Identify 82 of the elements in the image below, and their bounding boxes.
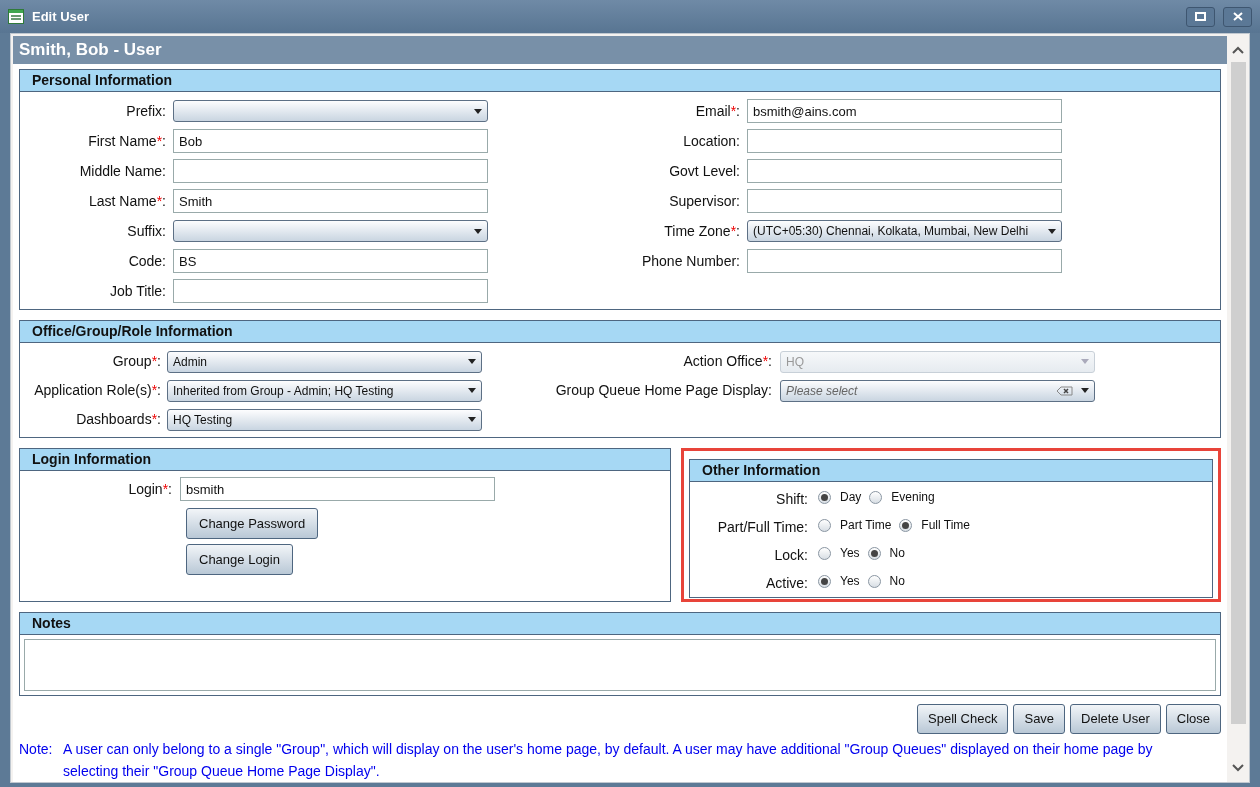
button[interactable]: Save bbox=[1013, 704, 1066, 734]
radio-option[interactable]: No bbox=[867, 572, 905, 590]
notes-field[interactable] bbox=[24, 639, 1216, 691]
field-label: Part/Full Time: bbox=[717, 519, 808, 535]
section-title: Personal Information bbox=[32, 71, 173, 90]
field-label: Last Name*: bbox=[88, 192, 166, 209]
field-label: Location: bbox=[683, 132, 740, 149]
radio-option[interactable]: Evening bbox=[869, 488, 935, 506]
field-label: Code: bbox=[128, 252, 166, 269]
dropdown[interactable]: Inherited from Group - Admin; HQ Testing bbox=[167, 379, 482, 402]
field-label: Lock: bbox=[774, 547, 808, 563]
field-label: Middle Name: bbox=[79, 162, 166, 179]
dropdown: HQ bbox=[780, 350, 1095, 373]
caret-icon bbox=[468, 359, 476, 364]
maximize-button[interactable] bbox=[1186, 6, 1215, 27]
radio-option[interactable]: Full Time bbox=[899, 516, 971, 534]
dropdown[interactable] bbox=[173, 100, 488, 122]
maximize-icon bbox=[1195, 12, 1206, 21]
field-label: Time Zone*: bbox=[664, 222, 740, 239]
field-label: Suffix: bbox=[127, 222, 166, 239]
text-field[interactable] bbox=[747, 249, 1062, 273]
button[interactable]: Close bbox=[1165, 704, 1221, 734]
text-field[interactable]: BS bbox=[173, 249, 488, 273]
field-label: Action Office*: bbox=[683, 353, 772, 369]
button[interactable]: Change Password bbox=[186, 508, 319, 539]
field-label: Dashboards*: bbox=[76, 411, 161, 427]
field-label: Email*: bbox=[695, 102, 740, 119]
window-icon bbox=[8, 9, 24, 24]
field-label: Login*: bbox=[128, 480, 172, 497]
field-label: Prefix: bbox=[126, 102, 166, 119]
radio-option[interactable]: Part Time bbox=[818, 516, 892, 534]
button[interactable]: Change Login bbox=[186, 544, 293, 575]
scroll-up-icon[interactable] bbox=[1232, 46, 1244, 54]
field-label: Govt Level: bbox=[669, 162, 740, 179]
text-field[interactable]: Smith bbox=[173, 189, 488, 213]
text-field[interactable] bbox=[747, 129, 1062, 153]
field-label: Application Role(s)*: bbox=[34, 382, 161, 398]
field-label: Group*: bbox=[112, 353, 161, 369]
field-label: Shift: bbox=[776, 491, 808, 507]
text-field[interactable] bbox=[747, 159, 1062, 183]
text-field[interactable] bbox=[747, 189, 1062, 213]
close-icon bbox=[1232, 12, 1243, 21]
field-label: Phone Number: bbox=[641, 252, 740, 269]
button[interactable]: Spell Check bbox=[917, 704, 1009, 734]
section-title: Notes bbox=[32, 614, 71, 633]
radio-option[interactable]: Day bbox=[818, 488, 862, 506]
caret-icon bbox=[468, 388, 476, 393]
dropdown[interactable]: Please select bbox=[780, 379, 1095, 402]
field-label: Active: bbox=[766, 575, 808, 591]
clear-icon[interactable] bbox=[1057, 385, 1073, 396]
field-label: First Name*: bbox=[88, 132, 166, 149]
page-title: Smith, Bob - User bbox=[19, 39, 162, 62]
button[interactable]: Delete User bbox=[1070, 704, 1161, 734]
scroll-down-icon[interactable] bbox=[1232, 764, 1244, 772]
caret-icon bbox=[468, 417, 476, 422]
radio-option[interactable]: Yes bbox=[818, 572, 860, 590]
radio-option[interactable]: No bbox=[867, 544, 905, 562]
field-label: Job Title: bbox=[109, 282, 166, 299]
section-title: Office/Group/Role Information bbox=[32, 322, 233, 341]
field-label: Group Queue Home Page Display: bbox=[555, 382, 772, 398]
note-text: A user can only belong to a single "Group", which will display on the user's home page, by default. A user may have additional "Group Queues" displayed on their home page by selecting their "Group Queue Home Page Display". bbox=[63, 740, 1154, 781]
window-title: Edit User bbox=[32, 7, 91, 26]
caret-icon bbox=[474, 108, 482, 114]
text-field[interactable] bbox=[173, 159, 488, 183]
section-title: Login Information bbox=[32, 450, 151, 469]
text-field[interactable]: bsmith bbox=[180, 477, 495, 501]
radio-option[interactable]: Yes bbox=[818, 544, 860, 562]
dropdown[interactable] bbox=[173, 220, 488, 242]
dropdown[interactable]: (UTC+05:30) Chennai, Kolkata, Mumbai, New Delhi bbox=[747, 220, 1062, 242]
caret-icon bbox=[1081, 388, 1089, 393]
field-label: Supervisor: bbox=[669, 192, 740, 209]
dropdown[interactable]: HQ Testing bbox=[167, 408, 482, 431]
dropdown[interactable]: Admin bbox=[167, 350, 482, 373]
text-field[interactable]: Bob bbox=[173, 129, 488, 153]
close-button[interactable] bbox=[1223, 6, 1252, 27]
caret-icon bbox=[1081, 359, 1089, 364]
note-label: Note: bbox=[19, 740, 54, 759]
caret-icon bbox=[474, 228, 482, 234]
text-field[interactable] bbox=[173, 279, 488, 303]
text-field[interactable]: bsmith@ains.com bbox=[747, 99, 1062, 123]
caret-icon bbox=[1048, 228, 1056, 234]
section-title: Other Information bbox=[702, 461, 821, 480]
